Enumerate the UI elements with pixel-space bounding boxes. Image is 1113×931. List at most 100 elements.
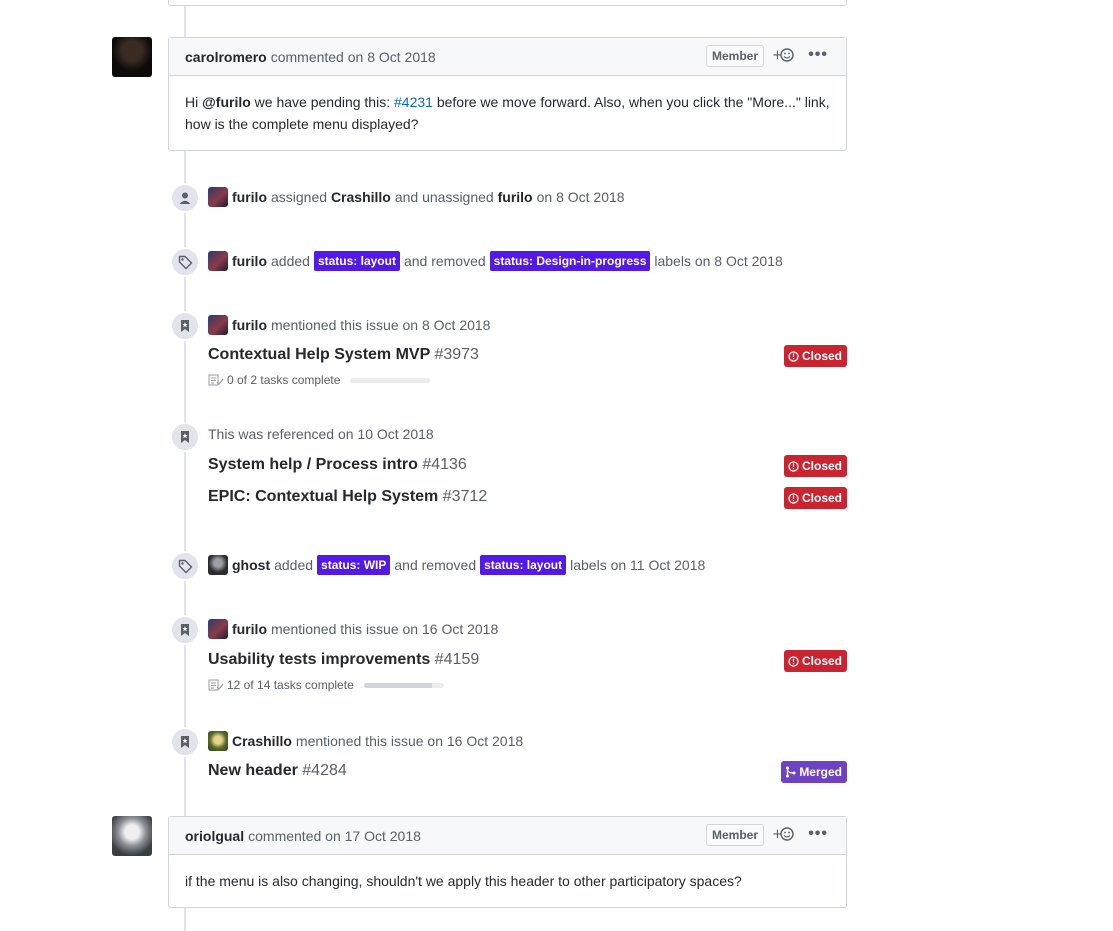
event-text: mentioned this issue on 16 Oct 2018: [295, 733, 524, 749]
event-text: labels on 11 Oct 2018: [570, 557, 706, 573]
member-badge: Member: [705, 45, 764, 67]
task-count: 12 of 14 tasks complete: [227, 678, 354, 692]
event-actor[interactable]: ghost: [232, 557, 270, 573]
comment-text: we have pending this:: [250, 94, 394, 110]
comment-box-carolromero: carolromero commented on 8 Oct 2018 Memb…: [168, 37, 847, 151]
comment-text: Hi: [185, 94, 203, 110]
event-actor[interactable]: Crashillo: [232, 733, 292, 749]
pr-number[interactable]: #4284: [302, 762, 347, 779]
event-actor[interactable]: furilo: [232, 317, 267, 333]
event-mentioned: Crashillo mentioned this issue on 16 Oct…: [208, 731, 523, 751]
bookmark-icon: [170, 615, 200, 645]
event-text: added: [271, 253, 310, 269]
referenced-issue-title[interactable]: Usability tests improvements #4159: [208, 651, 479, 669]
checklist-icon: [208, 679, 224, 691]
avatar-carolromero[interactable]: [112, 37, 152, 77]
closed-state-badge: Closed: [783, 345, 847, 367]
more-options-icon[interactable]: •••: [808, 46, 828, 64]
event-text: and unassigned: [394, 189, 494, 205]
issue-closed-icon: [788, 492, 799, 504]
event-labels-changed: ghost added status: WIP and removed stat…: [208, 555, 705, 575]
comment-author[interactable]: oriolgual: [185, 828, 244, 844]
avatar-oriolgual[interactable]: [112, 816, 152, 856]
event-labels-changed: furilo added status: layout and removed …: [208, 251, 783, 271]
event-text: assigned: [271, 189, 328, 205]
event-assigned: furilo assigned Crashillo and unassigned…: [208, 187, 625, 207]
issue-number[interactable]: #4136: [422, 456, 467, 473]
event-actor[interactable]: furilo: [232, 253, 267, 269]
avatar-furilo[interactable]: [208, 187, 228, 207]
task-progress-fill: [363, 682, 433, 688]
avatar-furilo[interactable]: [208, 315, 228, 335]
event-actor[interactable]: furilo: [232, 621, 267, 637]
referenced-issue-title[interactable]: System help / Process intro #4136: [208, 456, 467, 474]
label-status-layout[interactable]: status: layout: [313, 251, 400, 271]
referenced-issue-title[interactable]: Contextual Help System MVP #3973: [208, 346, 479, 364]
event-mentioned: furilo mentioned this issue on 8 Oct 201…: [208, 315, 490, 335]
event-text: added: [274, 557, 314, 573]
event-text: labels on 8 Oct 2018: [654, 253, 783, 269]
label-status-wip[interactable]: status: WIP: [317, 555, 391, 575]
bookmark-icon: [170, 727, 200, 757]
task-progress-bar: [350, 377, 431, 383]
unassignee[interactable]: furilo: [498, 189, 533, 205]
issue-title[interactable]: EPIC: Contextual Help System: [208, 488, 438, 505]
bookmark-icon: [170, 422, 200, 452]
event-referenced: This was referenced on 10 Oct 2018: [208, 426, 434, 442]
event-actor[interactable]: furilo: [232, 189, 267, 205]
task-progress-bar: [363, 682, 444, 688]
comment-author[interactable]: carolromero: [185, 49, 267, 65]
event-text: This was referenced on 10 Oct 2018: [208, 426, 434, 442]
comment-body: if the menu is also changing, shouldn't …: [169, 855, 846, 907]
merged-state-badge: Merged: [781, 761, 847, 783]
comment-header: oriolgual commented on 17 Oct 2018 Membe…: [169, 817, 846, 855]
closed-state-badge: Closed: [783, 455, 847, 477]
assignee[interactable]: Crashillo: [331, 189, 391, 205]
issue-closed-icon: [788, 655, 799, 667]
comment-text: before we move forward. Also, when you c…: [432, 94, 830, 110]
comment-text: if the menu is also changing, shouldn't …: [185, 873, 742, 889]
referenced-issue-title[interactable]: EPIC: Contextual Help System #3712: [208, 488, 487, 506]
comment-header: carolromero commented on 8 Oct 2018 Memb…: [169, 38, 846, 76]
avatar-ghost[interactable]: [208, 555, 228, 575]
issue-number[interactable]: #4159: [435, 651, 480, 668]
pr-title[interactable]: New header: [208, 762, 298, 779]
avatar-furilo[interactable]: [208, 619, 228, 639]
event-text: mentioned this issue on 16 Oct 2018: [271, 621, 499, 637]
more-options-icon[interactable]: •••: [808, 825, 828, 843]
previous-comment-box: [168, 0, 847, 6]
checklist-icon: [208, 374, 224, 386]
user-mention[interactable]: @furilo: [202, 94, 251, 110]
person-icon: [170, 183, 200, 213]
issue-title[interactable]: Usability tests improvements: [208, 651, 430, 668]
comment-timestamp[interactable]: commented on 17 Oct 2018: [248, 828, 421, 844]
issue-title[interactable]: Contextual Help System MVP: [208, 346, 430, 363]
tag-icon: [170, 247, 200, 277]
label-status-design-in-progress[interactable]: status: Design-in-progress: [489, 251, 651, 271]
issue-link[interactable]: #4231: [394, 94, 433, 110]
issue-title[interactable]: System help / Process intro: [208, 456, 418, 473]
comment-text: how is the complete menu displayed?: [185, 116, 419, 132]
member-badge: Member: [705, 824, 764, 846]
closed-state-badge: Closed: [783, 650, 847, 672]
referenced-pr-title[interactable]: New header #4284: [208, 762, 347, 780]
comment-timestamp[interactable]: commented on 8 Oct 2018: [271, 49, 436, 65]
merge-icon: [786, 766, 796, 778]
task-progress: 0 of 2 tasks complete: [208, 373, 431, 387]
add-reaction-icon[interactable]: +: [772, 826, 794, 842]
state-label: Closed: [801, 349, 842, 363]
event-date[interactable]: on 8 Oct 2018: [537, 189, 625, 205]
avatar-furilo[interactable]: [208, 251, 228, 271]
event-mentioned: furilo mentioned this issue on 16 Oct 20…: [208, 619, 498, 639]
state-label: Closed: [801, 459, 842, 473]
event-text: and removed: [394, 557, 477, 573]
label-status-layout[interactable]: status: layout: [480, 555, 567, 575]
comment-box-oriolgual: oriolgual commented on 17 Oct 2018 Membe…: [168, 816, 847, 908]
tag-icon: [170, 551, 200, 581]
comment-body: Hi @furilo we have pending this: #4231 b…: [169, 76, 846, 150]
closed-state-badge: Closed: [783, 487, 847, 509]
add-reaction-icon[interactable]: +: [772, 47, 794, 63]
issue-number[interactable]: #3712: [443, 488, 488, 505]
issue-number[interactable]: #3973: [434, 346, 479, 363]
avatar-crashillo[interactable]: [208, 731, 228, 751]
